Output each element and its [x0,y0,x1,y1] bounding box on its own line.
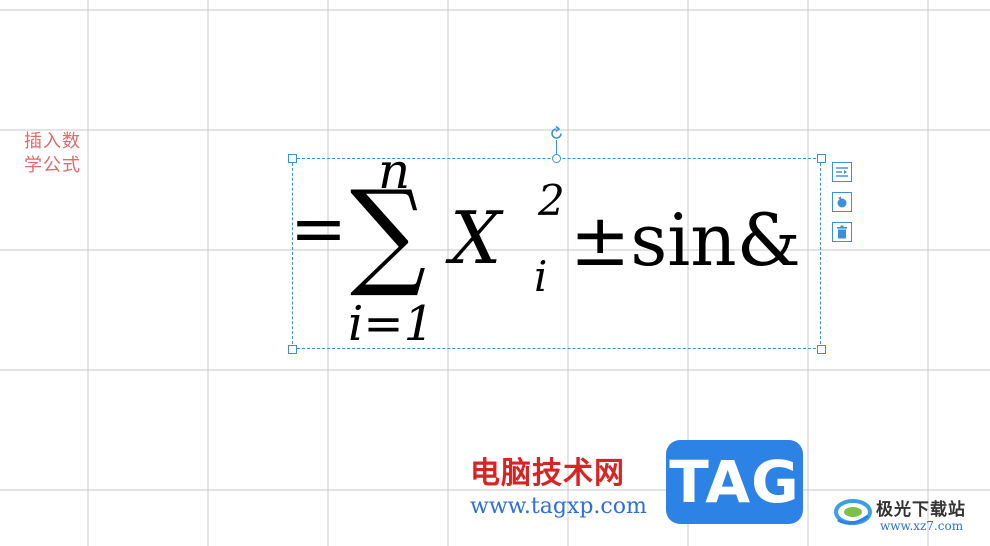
watermark-xz-url: www.xz7.com [880,519,964,533]
watermark-xz-title: 极光下载站 [876,500,966,520]
rotate-button[interactable] [832,192,852,212]
equation-operator: ± [570,198,631,282]
insert-formula-label-line2: 学公式 [24,155,81,176]
insert-formula-label-line1: 插入数 [24,131,81,152]
wrap-layout-button[interactable] [832,162,852,182]
equation-lower-limit: i=1 [348,296,435,352]
rotate-handle[interactable] [552,154,561,163]
watermark-tag-badge: TAG [666,440,803,524]
aurora-logo-icon [834,499,872,525]
equation-sum-symbol: ∑ [350,166,427,301]
equation-side-toolbar [832,162,852,252]
resize-handle-top-right[interactable] [817,154,826,163]
equation-subscript: i [534,252,548,301]
equation-trailing: & [736,198,801,282]
equation-equals: = [290,190,347,269]
resize-handle-top-left[interactable] [288,154,297,163]
wrap-layout-icon [836,167,848,177]
resize-handle-bottom-right[interactable] [817,345,826,354]
insert-formula-label: 插入数 学公式 [24,130,104,178]
resize-handle-bottom-left[interactable] [288,345,297,354]
equation-superscript: 2 [538,176,565,225]
equation-operator-function: ±sin& [570,204,801,276]
watermark-site-name: 电脑技术网 [470,456,625,491]
equation-variable: X [450,196,502,280]
rotate-arrow-icon[interactable] [548,125,565,142]
rotate-icon [837,196,847,208]
watermark-url: www.tagxp.com [470,494,647,519]
equation-function: sin [630,198,737,282]
delete-button[interactable] [832,222,852,242]
trash-icon [837,225,847,239]
